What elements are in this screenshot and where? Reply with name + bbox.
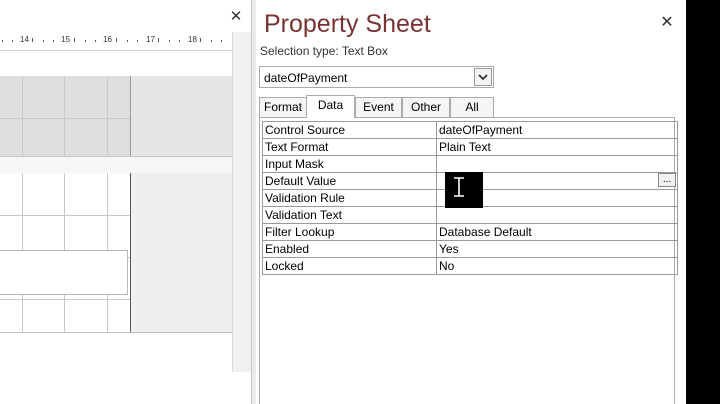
property-row[interactable]: Text Format Plain Text xyxy=(262,138,678,156)
property-row[interactable]: Input Mask xyxy=(262,155,678,173)
section-bar[interactable] xyxy=(0,156,232,174)
property-value[interactable]: Database Default xyxy=(436,223,678,241)
property-name[interactable]: Filter Lookup xyxy=(262,223,437,241)
property-value[interactable]: Yes xyxy=(436,240,678,258)
property-grid-frame: Control Source dateOfPayment Text Format… xyxy=(259,117,678,404)
ruler-label: 15 xyxy=(61,35,70,44)
object-selector[interactable]: dateOfPayment xyxy=(259,66,494,88)
dropdown-button[interactable] xyxy=(474,68,492,86)
close-icon[interactable]: ✕ xyxy=(656,12,678,34)
property-value[interactable]: Plain Text xyxy=(436,138,678,156)
ruler-label: 14 xyxy=(20,35,29,44)
selection-type-value: Text Box xyxy=(341,44,388,58)
ruler-label: 16 xyxy=(103,35,112,44)
property-value[interactable] xyxy=(436,206,678,224)
build-button[interactable]: ... xyxy=(658,173,676,187)
property-name[interactable]: Validation Rule xyxy=(262,189,437,207)
vertical-scrollbar[interactable] xyxy=(232,32,251,372)
close-icon[interactable]: ✕ xyxy=(226,8,246,26)
tab-format[interactable]: Format xyxy=(259,97,307,117)
property-name[interactable]: Enabled xyxy=(262,240,437,258)
property-row[interactable]: Locked No xyxy=(262,257,678,275)
property-name[interactable]: Validation Text xyxy=(262,206,437,224)
property-name[interactable]: Text Format xyxy=(262,138,437,156)
text-cursor-icon xyxy=(454,177,464,197)
property-name[interactable]: Default Value xyxy=(262,172,437,190)
tab-data[interactable]: Data xyxy=(306,95,355,118)
property-row[interactable]: Filter Lookup Database Default xyxy=(262,223,678,241)
property-value[interactable] xyxy=(436,155,678,173)
property-row[interactable]: Control Source dateOfPayment xyxy=(262,121,678,139)
text-cursor-overlay xyxy=(445,172,483,208)
property-sheet-title: Property Sheet xyxy=(264,10,431,38)
tab-other[interactable]: Other xyxy=(402,97,450,117)
property-name[interactable]: Locked xyxy=(262,257,437,275)
header-section[interactable] xyxy=(0,76,130,156)
property-value[interactable]: No xyxy=(436,257,678,275)
text-box-control[interactable] xyxy=(0,250,128,295)
object-selector-value: dateOfPayment xyxy=(264,71,348,85)
tab-all[interactable]: All xyxy=(450,97,494,117)
selection-type-caption: Selection type: xyxy=(260,44,339,58)
selection-type-label: Selection type: Text Box xyxy=(260,44,388,58)
property-row[interactable]: Enabled Yes xyxy=(262,240,678,258)
property-value[interactable]: dateOfPayment xyxy=(436,121,678,139)
horizontal-ruler: 14 15 16 17 18 xyxy=(0,32,232,51)
ruler-label: 18 xyxy=(188,35,197,44)
design-view[interactable]: 14 15 16 17 18 xyxy=(0,0,232,372)
tab-event[interactable]: Event xyxy=(355,97,402,117)
property-name[interactable]: Input Mask xyxy=(262,155,437,173)
window-edge xyxy=(686,0,720,404)
property-row[interactable]: Validation Text xyxy=(262,206,678,224)
chevron-down-icon xyxy=(478,74,488,81)
property-name[interactable]: Control Source xyxy=(262,121,437,139)
ruler-label: 17 xyxy=(146,35,155,44)
